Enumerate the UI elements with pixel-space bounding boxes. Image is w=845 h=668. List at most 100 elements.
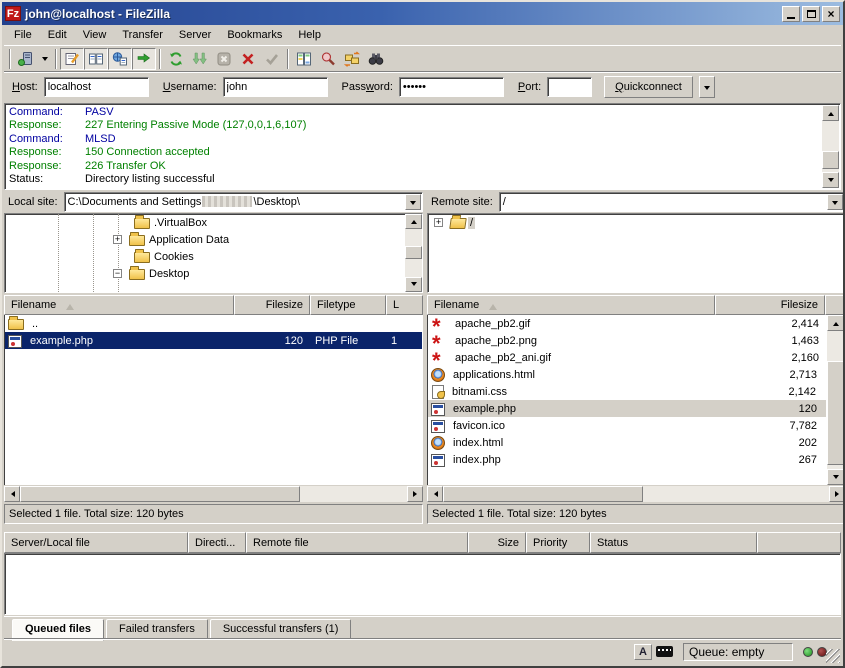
scroll-right-button[interactable]: [407, 486, 423, 502]
menu-view[interactable]: View: [75, 26, 115, 44]
message-log[interactable]: Command:PASV Response:227 Entering Passi…: [4, 103, 841, 190]
find-files-button[interactable]: [364, 48, 388, 70]
scroll-thumb[interactable]: [443, 486, 643, 502]
column-filename[interactable]: Filename: [427, 295, 715, 315]
remote-hscrollbar[interactable]: [427, 486, 845, 502]
column-filename[interactable]: Filename: [4, 295, 234, 315]
local-file-list[interactable]: .. example.php 120 PHP File 1: [4, 315, 423, 485]
file-row[interactable]: index.php 267: [428, 451, 826, 468]
file-row[interactable]: applications.html 2,713: [428, 366, 826, 383]
column-filetype[interactable]: Filetype: [310, 295, 386, 315]
process-queue-button[interactable]: [188, 48, 212, 70]
password-input[interactable]: [399, 77, 504, 97]
folder-icon: [134, 252, 150, 263]
scroll-thumb[interactable]: [20, 486, 300, 502]
file-row[interactable]: apache_pb2.gif 2,414: [428, 315, 826, 332]
cancel-operation-button[interactable]: [212, 48, 236, 70]
file-row[interactable]: apache_pb2.png 1,463: [428, 332, 826, 349]
quickconnect-dropdown[interactable]: [699, 76, 715, 98]
synchronized-browsing-icon: [344, 51, 360, 67]
toggle-message-log-button[interactable]: [60, 48, 84, 70]
column-size[interactable]: Size: [468, 532, 526, 553]
column-status[interactable]: Status: [590, 532, 757, 553]
file-row-example-php[interactable]: example.php 120 PHP File 1: [5, 332, 422, 349]
file-row[interactable]: apache_pb2_ani.gif 2,160: [428, 349, 826, 366]
collapse-icon[interactable]: −: [113, 269, 122, 278]
column-server-local-file[interactable]: Server/Local file: [4, 532, 188, 553]
menu-edit[interactable]: Edit: [40, 26, 75, 44]
expand-icon[interactable]: +: [434, 218, 443, 227]
column-direction[interactable]: Directi...: [188, 532, 246, 553]
directory-comparison-button[interactable]: [292, 48, 316, 70]
local-site-combo[interactable]: C:\Documents and Settings\Desktop\: [64, 192, 423, 212]
scroll-left-button[interactable]: [427, 486, 443, 502]
remote-list-scrollbar[interactable]: [827, 315, 844, 485]
tree-item-desktop[interactable]: − Desktop: [5, 265, 422, 282]
remote-site-dropdown[interactable]: [827, 194, 843, 210]
scroll-down-button[interactable]: [405, 277, 422, 292]
remote-tree[interactable]: + /: [427, 213, 845, 293]
site-manager-dropdown[interactable]: [38, 48, 52, 70]
local-tree[interactable]: .VirtualBox + Application Data Cookies −…: [4, 213, 423, 293]
scroll-up-button[interactable]: [822, 105, 839, 121]
local-tree-scrollbar[interactable]: [405, 214, 422, 292]
column-remote-file[interactable]: Remote file: [246, 532, 468, 553]
port-input[interactable]: [547, 77, 592, 97]
scroll-down-button[interactable]: [827, 469, 844, 485]
local-site-dropdown[interactable]: [405, 194, 421, 210]
scroll-thumb[interactable]: [405, 246, 422, 259]
toggle-remote-tree-button[interactable]: [108, 48, 132, 70]
expand-icon[interactable]: +: [113, 235, 122, 244]
tree-item-application-data[interactable]: + Application Data: [5, 231, 422, 248]
column-priority[interactable]: Priority: [526, 532, 590, 553]
scroll-down-button[interactable]: [822, 172, 839, 188]
column-last-modified[interactable]: L: [386, 295, 423, 315]
local-hscrollbar[interactable]: [4, 486, 423, 502]
scroll-left-button[interactable]: [4, 486, 20, 502]
quickconnect-button[interactable]: Quickconnect: [604, 76, 693, 98]
tab-failed-transfers[interactable]: Failed transfers: [106, 619, 208, 639]
speed-limit-indicator-icon[interactable]: [656, 646, 673, 657]
tab-successful-transfers[interactable]: Successful transfers (1): [210, 619, 352, 639]
toggle-queue-button[interactable]: [132, 48, 156, 70]
menu-transfer[interactable]: Transfer: [114, 26, 171, 44]
column-filesize[interactable]: Filesize: [715, 295, 825, 315]
remote-file-list[interactable]: apache_pb2.gif 2,414 apache_pb2.png 1,46…: [427, 315, 827, 485]
username-input[interactable]: [223, 77, 328, 97]
file-row[interactable]: favicon.ico 7,782: [428, 417, 826, 434]
scroll-thumb[interactable]: [827, 361, 844, 465]
queue-list[interactable]: [4, 553, 841, 615]
site-manager-button[interactable]: [14, 48, 38, 70]
tree-item-virtualbox[interactable]: .VirtualBox: [5, 214, 422, 231]
maximize-button[interactable]: [802, 6, 820, 22]
queue-icon: [136, 51, 152, 67]
disconnect-button[interactable]: [236, 48, 260, 70]
file-row-example-php[interactable]: example.php 120: [428, 400, 826, 417]
tree-item-root[interactable]: + /: [428, 214, 844, 231]
scroll-thumb[interactable]: [822, 151, 839, 169]
reconnect-button[interactable]: [260, 48, 284, 70]
scroll-up-button[interactable]: [405, 214, 422, 229]
file-row[interactable]: bitnami.css 2,142: [428, 383, 826, 400]
remote-site-combo[interactable]: /: [499, 192, 845, 212]
menu-file[interactable]: File: [6, 26, 40, 44]
toggle-local-tree-button[interactable]: [84, 48, 108, 70]
menu-server[interactable]: Server: [171, 26, 219, 44]
scroll-right-button[interactable]: [829, 486, 845, 502]
synchronized-browsing-button[interactable]: [340, 48, 364, 70]
resize-grip[interactable]: [826, 649, 840, 663]
menu-bookmarks[interactable]: Bookmarks: [219, 26, 290, 44]
data-type-indicator-icon[interactable]: A: [634, 644, 652, 660]
refresh-button[interactable]: [164, 48, 188, 70]
menu-help[interactable]: Help: [290, 26, 329, 44]
tree-item-cookies[interactable]: Cookies: [5, 248, 422, 265]
scroll-up-button[interactable]: [827, 315, 844, 331]
close-button[interactable]: ×: [822, 6, 840, 22]
filter-button[interactable]: [316, 48, 340, 70]
host-input[interactable]: [44, 77, 149, 97]
file-row-parent-dir[interactable]: ..: [5, 315, 422, 332]
log-scrollbar[interactable]: [822, 105, 839, 188]
column-filesize[interactable]: Filesize: [234, 295, 310, 315]
minimize-button[interactable]: [782, 6, 800, 22]
file-row[interactable]: index.html 202: [428, 434, 826, 451]
